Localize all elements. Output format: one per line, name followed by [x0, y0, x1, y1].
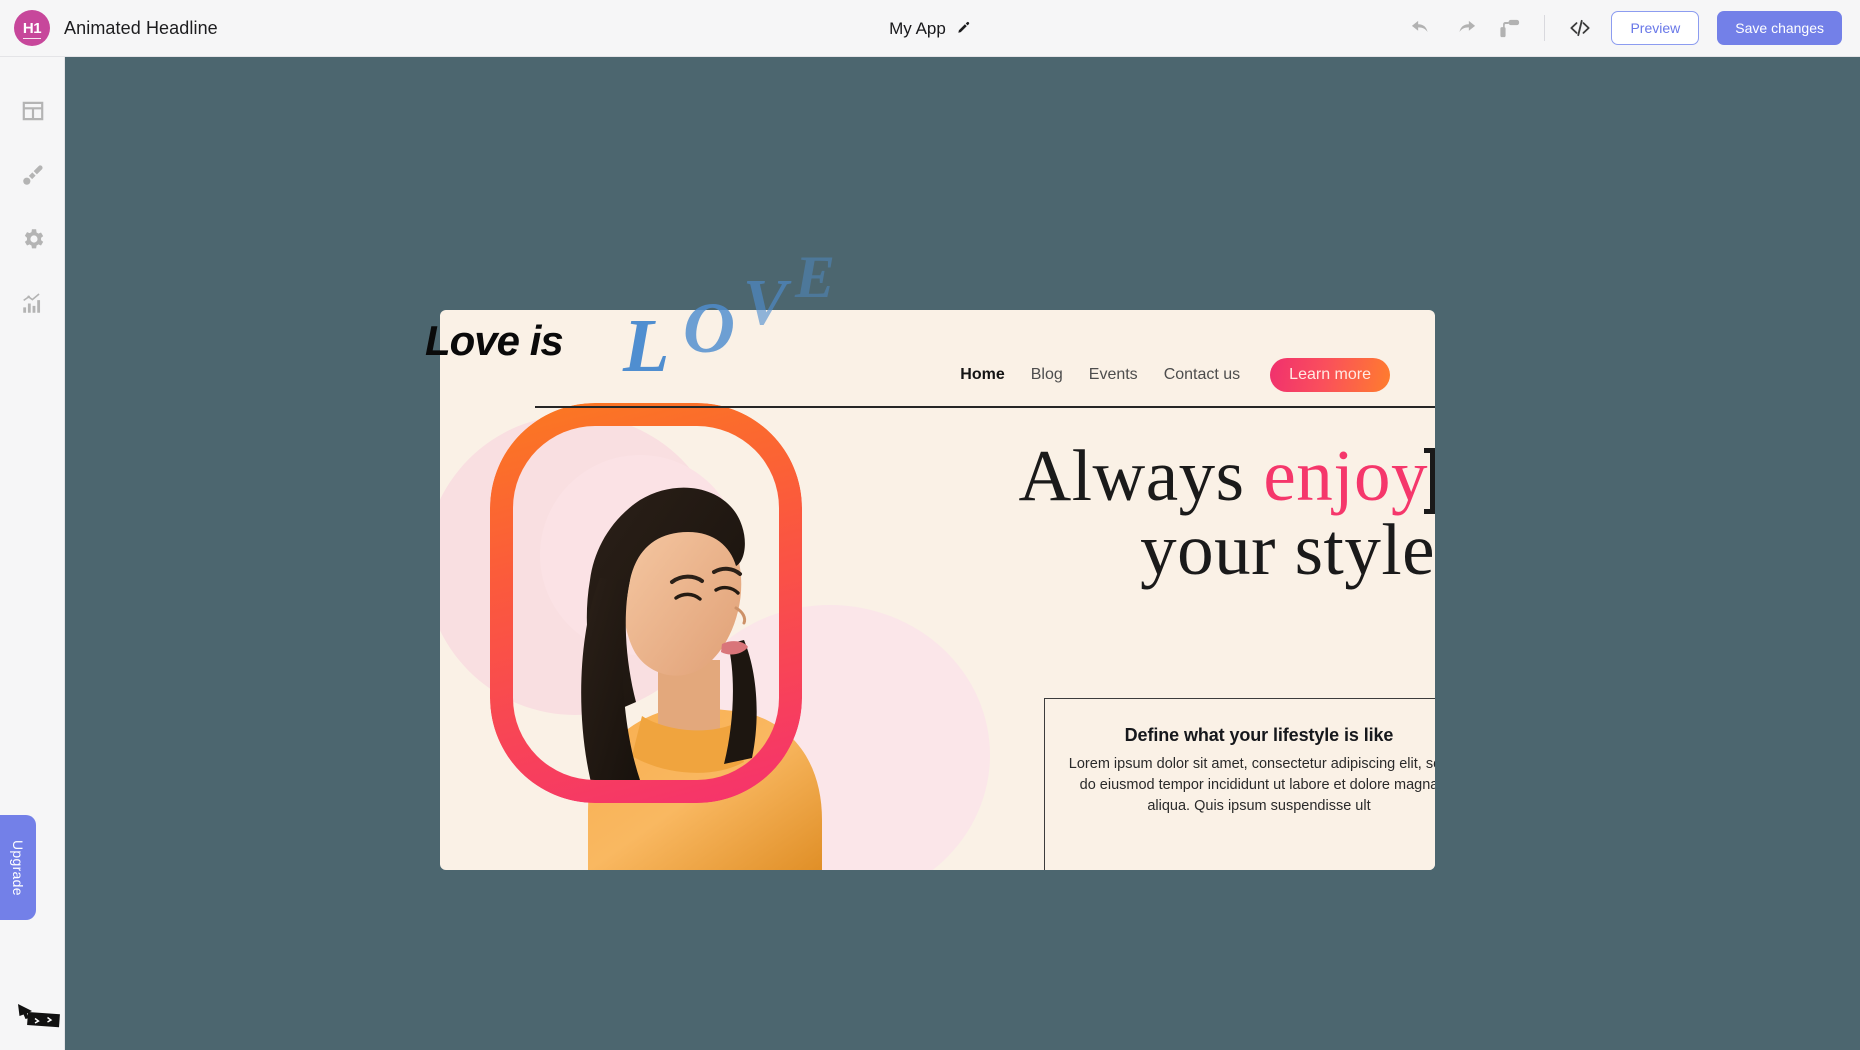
site-nav: Home Blog Events Contact us Learn more — [960, 358, 1390, 392]
upgrade-label: Upgrade — [10, 839, 26, 896]
animated-letter-l: L — [623, 304, 670, 388]
paint-roller-icon[interactable] — [1496, 15, 1522, 41]
text-caret-icon — [1424, 448, 1435, 514]
editor-canvas-stage[interactable]: Home Blog Events Contact us Learn more A… — [65, 57, 1860, 1050]
code-icon[interactable] — [1567, 15, 1593, 41]
sidebar-item-design[interactable] — [0, 145, 65, 209]
save-changes-button[interactable]: Save changes — [1717, 11, 1842, 45]
hero-headline[interactable]: Always enjoy your style — [915, 439, 1435, 590]
hero-line-1-static: Always — [1018, 435, 1264, 516]
nav-item-contact-us[interactable]: Contact us — [1164, 366, 1240, 384]
nav-item-events[interactable]: Events — [1089, 366, 1138, 384]
hero-line-1: Always enjoy — [915, 439, 1435, 514]
upgrade-button[interactable]: Upgrade — [0, 815, 36, 920]
hero-line-1-accent: enjoy — [1263, 435, 1428, 516]
info-card-heading: Define what your lifestyle is like — [1124, 725, 1394, 745]
pencil-icon[interactable] — [956, 21, 971, 36]
layout-grid-icon — [20, 98, 46, 129]
nav-divider — [535, 406, 1435, 408]
sidebar-item-settings[interactable] — [0, 209, 65, 273]
preview-button[interactable]: Preview — [1611, 11, 1700, 45]
info-card[interactable]: Define what your lifestyle is like Lorem… — [1044, 698, 1435, 870]
animated-letter-o: O — [683, 288, 735, 368]
animated-letter-v: V — [743, 266, 788, 339]
learn-more-button[interactable]: Learn more — [1270, 358, 1390, 392]
paintbrush-icon — [20, 162, 46, 193]
project-title[interactable]: My App — [889, 19, 946, 39]
gear-icon — [20, 226, 46, 257]
hero-line-2: your style — [1140, 509, 1435, 590]
animated-headline[interactable]: Love is L O V E — [425, 244, 945, 388]
brand: H1 Animated Headline — [0, 10, 218, 46]
info-card-body: Lorem ipsum dolor sit amet, consectetur … — [1068, 756, 1435, 815]
sidebar-item-analytics[interactable] — [0, 273, 65, 337]
toolbar-actions: Preview Save changes — [1408, 11, 1860, 45]
toolbar-divider — [1544, 15, 1546, 41]
canvas-clip: Home Blog Events Contact us Learn more A… — [440, 310, 1435, 870]
app-logo-icon[interactable]: H1 — [14, 10, 50, 46]
photo-ring-frame — [490, 403, 802, 803]
left-sidebar: Upgrade — [0, 57, 65, 1050]
logo-text: H1 — [22, 19, 42, 37]
top-bar: H1 Animated Headline My App Preview Save… — [0, 0, 1860, 57]
nav-item-home[interactable]: Home — [960, 366, 1004, 384]
chart-bar-icon — [20, 290, 46, 321]
app-title: Animated Headline — [64, 17, 218, 38]
sidebar-item-layout[interactable] — [0, 81, 65, 145]
website-canvas[interactable]: Home Blog Events Contact us Learn more A… — [425, 244, 1435, 870]
animated-headline-static: Love is — [425, 317, 564, 364]
animated-letter-e: E — [795, 244, 836, 310]
nav-item-blog[interactable]: Blog — [1031, 366, 1063, 384]
sidebar-items — [0, 57, 64, 337]
redo-icon[interactable] — [1452, 15, 1478, 41]
cursor-badge-icon — [16, 1002, 62, 1032]
undo-icon[interactable] — [1408, 15, 1434, 41]
